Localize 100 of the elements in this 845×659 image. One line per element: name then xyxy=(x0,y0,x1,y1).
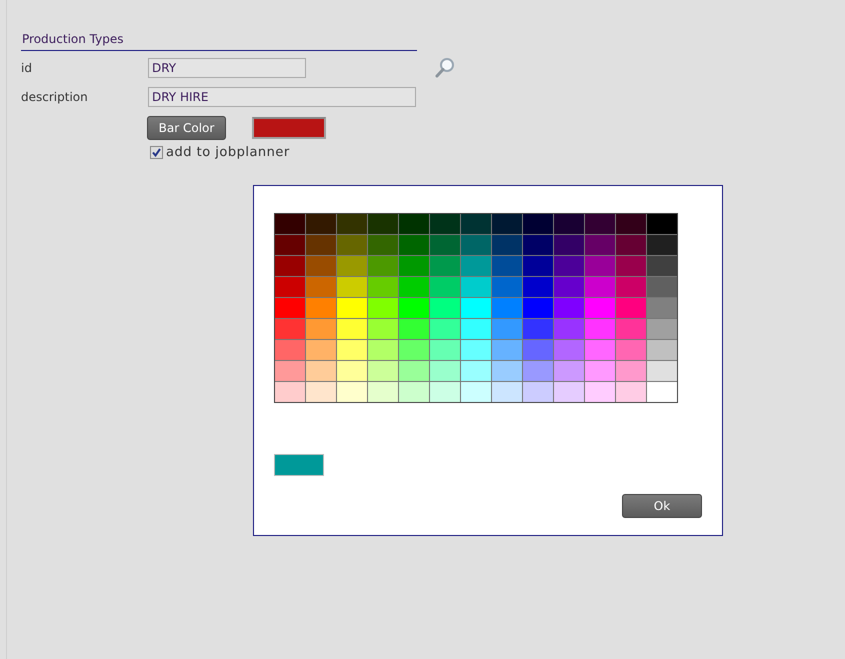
palette-swatch[interactable] xyxy=(647,382,677,402)
checkbox[interactable] xyxy=(150,146,163,159)
palette-swatch[interactable] xyxy=(523,214,553,234)
palette-swatch[interactable] xyxy=(368,277,398,297)
bar-color-button[interactable]: Bar Color xyxy=(147,116,226,140)
palette-swatch[interactable] xyxy=(275,214,305,234)
palette-swatch[interactable] xyxy=(306,319,336,339)
palette-swatch[interactable] xyxy=(554,277,584,297)
text-field[interactable]: DRY HIRE xyxy=(148,87,416,107)
palette-swatch[interactable] xyxy=(523,319,553,339)
palette-swatch[interactable] xyxy=(616,361,646,381)
palette-swatch[interactable] xyxy=(461,277,491,297)
palette-swatch[interactable] xyxy=(399,277,429,297)
palette-swatch[interactable] xyxy=(461,235,491,255)
palette-swatch[interactable] xyxy=(492,319,522,339)
palette-swatch[interactable] xyxy=(647,340,677,360)
palette-swatch[interactable] xyxy=(337,382,367,402)
palette-swatch[interactable] xyxy=(399,298,429,318)
palette-swatch[interactable] xyxy=(585,340,615,360)
palette-swatch[interactable] xyxy=(492,214,522,234)
palette-swatch[interactable] xyxy=(337,340,367,360)
palette-swatch[interactable] xyxy=(306,361,336,381)
palette-swatch[interactable] xyxy=(399,256,429,276)
palette-swatch[interactable] xyxy=(554,361,584,381)
palette-swatch[interactable] xyxy=(275,319,305,339)
palette-swatch[interactable] xyxy=(337,235,367,255)
palette-swatch[interactable] xyxy=(461,361,491,381)
search-icon[interactable] xyxy=(434,57,456,79)
palette-swatch[interactable] xyxy=(368,319,398,339)
palette-swatch[interactable] xyxy=(492,256,522,276)
palette-swatch[interactable] xyxy=(585,235,615,255)
palette-swatch[interactable] xyxy=(461,256,491,276)
palette-swatch[interactable] xyxy=(399,319,429,339)
palette-swatch[interactable] xyxy=(585,277,615,297)
palette-swatch[interactable] xyxy=(616,382,646,402)
palette-swatch[interactable] xyxy=(430,361,460,381)
palette-swatch[interactable] xyxy=(554,298,584,318)
palette-swatch[interactable] xyxy=(368,340,398,360)
palette-swatch[interactable] xyxy=(337,298,367,318)
palette-swatch[interactable] xyxy=(430,298,460,318)
palette-swatch[interactable] xyxy=(585,256,615,276)
palette-swatch[interactable] xyxy=(616,340,646,360)
palette-swatch[interactable] xyxy=(430,340,460,360)
palette-swatch[interactable] xyxy=(616,298,646,318)
palette-swatch[interactable] xyxy=(647,319,677,339)
text-field[interactable]: DRY xyxy=(148,58,306,78)
palette-swatch[interactable] xyxy=(492,382,522,402)
palette-swatch[interactable] xyxy=(337,214,367,234)
palette-swatch[interactable] xyxy=(306,298,336,318)
palette-swatch[interactable] xyxy=(275,382,305,402)
palette-swatch[interactable] xyxy=(647,256,677,276)
palette-swatch[interactable] xyxy=(492,340,522,360)
palette-swatch[interactable] xyxy=(461,319,491,339)
palette-swatch[interactable] xyxy=(585,214,615,234)
palette-swatch[interactable] xyxy=(585,382,615,402)
palette-swatch[interactable] xyxy=(492,298,522,318)
palette-swatch[interactable] xyxy=(368,256,398,276)
palette-swatch[interactable] xyxy=(306,277,336,297)
palette-swatch[interactable] xyxy=(337,277,367,297)
palette-swatch[interactable] xyxy=(275,298,305,318)
palette-swatch[interactable] xyxy=(523,256,553,276)
palette-swatch[interactable] xyxy=(430,277,460,297)
palette-swatch[interactable] xyxy=(523,277,553,297)
palette-swatch[interactable] xyxy=(554,340,584,360)
palette-swatch[interactable] xyxy=(554,256,584,276)
palette-swatch[interactable] xyxy=(399,235,429,255)
palette-swatch[interactable] xyxy=(585,319,615,339)
palette-swatch[interactable] xyxy=(368,382,398,402)
palette-swatch[interactable] xyxy=(275,340,305,360)
ok-button[interactable]: Ok xyxy=(622,494,702,518)
palette-swatch[interactable] xyxy=(337,256,367,276)
palette-swatch[interactable] xyxy=(554,235,584,255)
palette-swatch[interactable] xyxy=(492,361,522,381)
palette-swatch[interactable] xyxy=(368,361,398,381)
palette-swatch[interactable] xyxy=(461,298,491,318)
palette-swatch[interactable] xyxy=(275,361,305,381)
palette-swatch[interactable] xyxy=(647,361,677,381)
palette-swatch[interactable] xyxy=(523,235,553,255)
palette-swatch[interactable] xyxy=(492,235,522,255)
palette-swatch[interactable] xyxy=(461,382,491,402)
palette-swatch[interactable] xyxy=(368,235,398,255)
palette-swatch[interactable] xyxy=(430,382,460,402)
palette-swatch[interactable] xyxy=(616,277,646,297)
palette-swatch[interactable] xyxy=(306,214,336,234)
palette-swatch[interactable] xyxy=(647,214,677,234)
palette-swatch[interactable] xyxy=(554,382,584,402)
palette-swatch[interactable] xyxy=(306,235,336,255)
palette-swatch[interactable] xyxy=(585,361,615,381)
palette-swatch[interactable] xyxy=(523,361,553,381)
palette-swatch[interactable] xyxy=(306,382,336,402)
palette-swatch[interactable] xyxy=(337,319,367,339)
palette-swatch[interactable] xyxy=(399,214,429,234)
palette-swatch[interactable] xyxy=(647,235,677,255)
palette-swatch[interactable] xyxy=(275,256,305,276)
palette-swatch[interactable] xyxy=(275,277,305,297)
palette-swatch[interactable] xyxy=(430,235,460,255)
palette-swatch[interactable] xyxy=(337,361,367,381)
palette-swatch[interactable] xyxy=(368,298,398,318)
palette-swatch[interactable] xyxy=(430,256,460,276)
palette-swatch[interactable] xyxy=(554,319,584,339)
